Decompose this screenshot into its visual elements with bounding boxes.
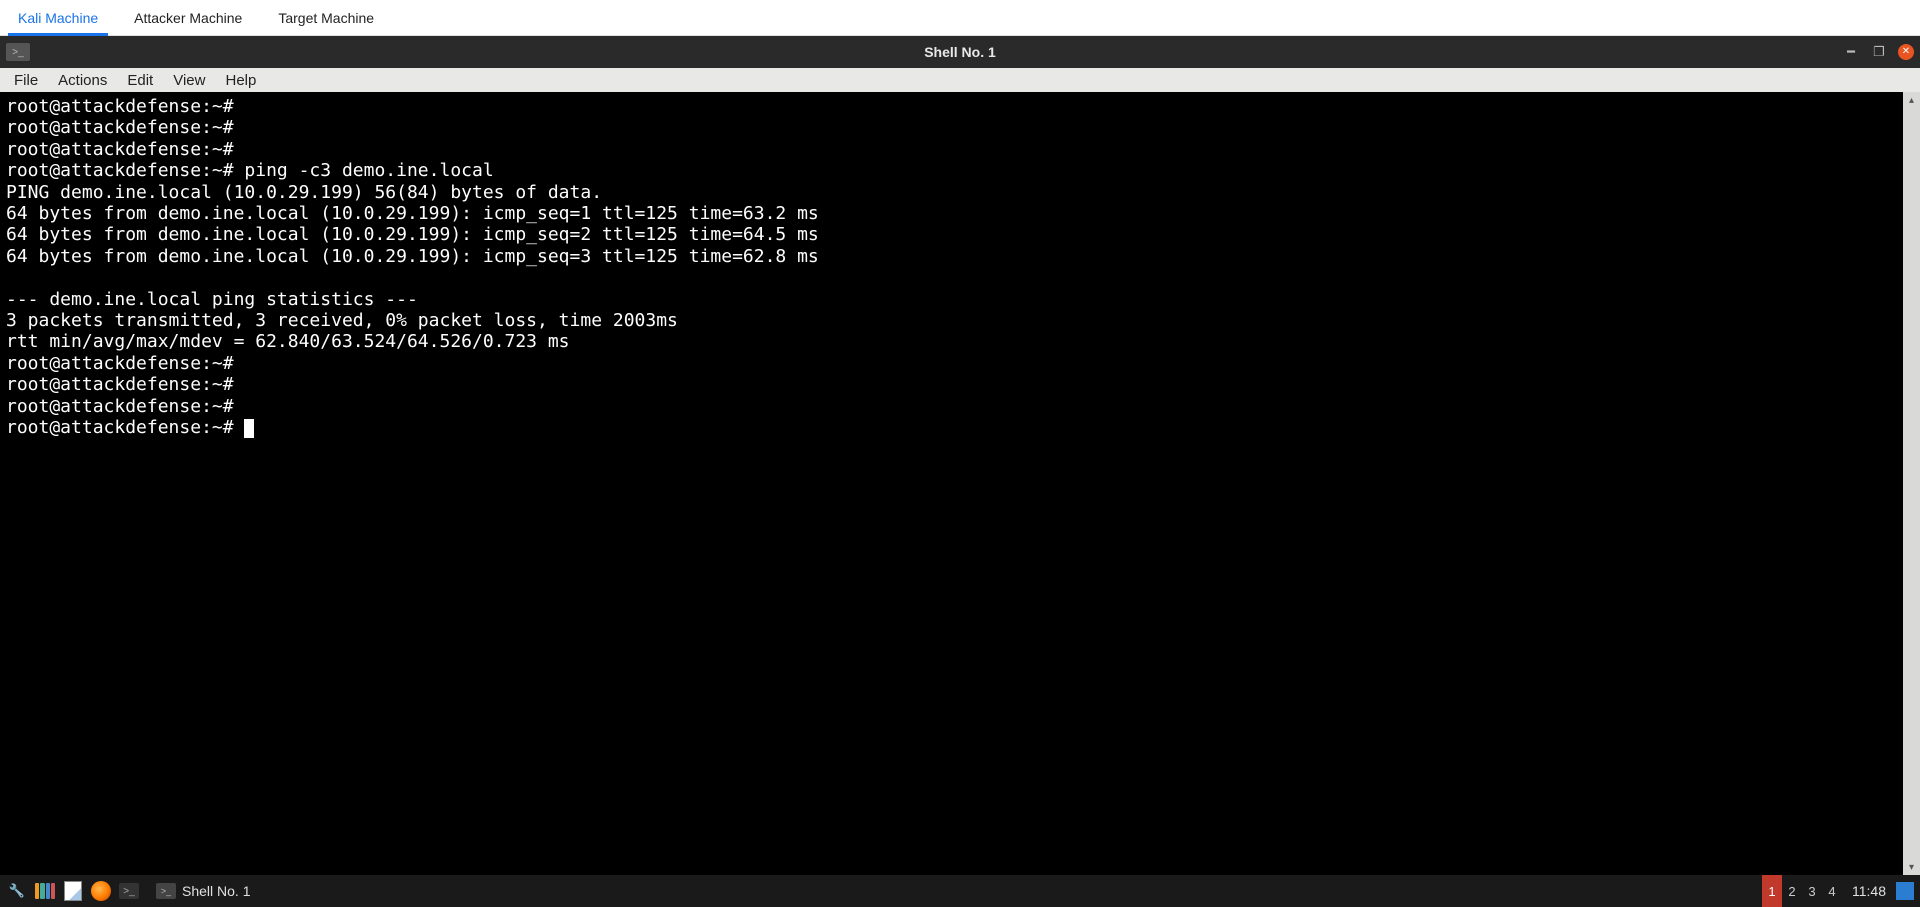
- taskbar-clock[interactable]: 11:48: [1842, 883, 1896, 899]
- menu-edit[interactable]: Edit: [117, 72, 163, 89]
- taskbar-app-shell[interactable]: >_ Shell No. 1: [146, 877, 260, 905]
- menu-help[interactable]: Help: [215, 72, 266, 89]
- workspace-1[interactable]: 1: [1762, 875, 1782, 907]
- vertical-scrollbar[interactable]: ▴ ▾: [1903, 92, 1920, 875]
- terminal-launcher-icon[interactable]: >_: [118, 880, 140, 902]
- machine-tabs: Kali Machine Attacker Machine Target Mac…: [0, 0, 1920, 36]
- terminal-app-icon: >_: [6, 43, 30, 61]
- menu-actions[interactable]: Actions: [48, 72, 117, 89]
- taskbar-right: 1 2 3 4 11:48: [1762, 875, 1920, 907]
- workspace-3[interactable]: 3: [1802, 875, 1822, 907]
- taskbar-app-label: Shell No. 1: [182, 883, 250, 899]
- menu-file[interactable]: File: [4, 72, 48, 89]
- window-titlebar: >_ Shell No. 1 ━ ❐ ✕: [0, 36, 1920, 68]
- scrollbar-up-arrow-icon[interactable]: ▴: [1903, 92, 1920, 108]
- desktop-taskbar: >_ >_ Shell No. 1 1 2 3 4 11:48: [0, 875, 1920, 907]
- menubar: File Actions Edit View Help: [0, 68, 1920, 92]
- notification-tray-icon[interactable]: [1896, 882, 1914, 900]
- terminal-icon: >_: [156, 883, 176, 899]
- tab-attacker-machine[interactable]: Attacker Machine: [116, 0, 260, 35]
- firefox-icon[interactable]: [90, 880, 112, 902]
- window-controls: ━ ❐ ✕: [1842, 43, 1914, 61]
- minimize-button[interactable]: ━: [1842, 43, 1860, 61]
- tab-label: Kali Machine: [18, 10, 98, 26]
- launcher-icons: >_: [0, 880, 146, 902]
- tab-target-machine[interactable]: Target Machine: [260, 0, 392, 35]
- tools-icon[interactable]: [6, 880, 28, 902]
- terminal-container: root@attackdefense:~# root@attackdefense…: [0, 92, 1920, 875]
- files-icon[interactable]: [34, 880, 56, 902]
- tab-label: Attacker Machine: [134, 10, 242, 26]
- window-title: Shell No. 1: [924, 44, 996, 60]
- workspace-2[interactable]: 2: [1782, 875, 1802, 907]
- workspace-4[interactable]: 4: [1822, 875, 1842, 907]
- scrollbar-down-arrow-icon[interactable]: ▾: [1903, 859, 1920, 875]
- text-editor-icon[interactable]: [62, 880, 84, 902]
- tab-kali-machine[interactable]: Kali Machine: [0, 0, 116, 35]
- close-button[interactable]: ✕: [1898, 44, 1914, 60]
- tab-label: Target Machine: [278, 10, 374, 26]
- terminal[interactable]: root@attackdefense:~# root@attackdefense…: [0, 92, 1903, 875]
- menu-view[interactable]: View: [163, 72, 215, 89]
- terminal-cursor: [244, 419, 254, 438]
- maximize-button[interactable]: ❐: [1870, 43, 1888, 61]
